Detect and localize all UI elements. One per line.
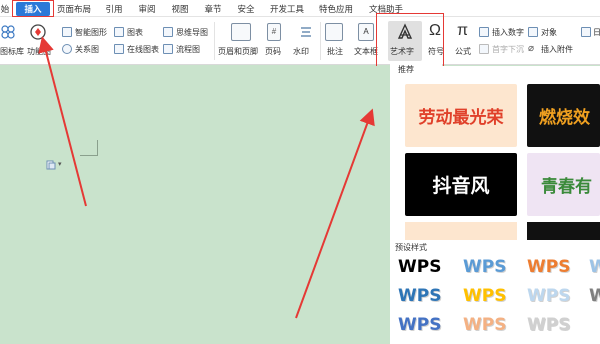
arrow-to-insert-tab [38, 36, 87, 207]
annotation-arrows [38, 36, 375, 319]
arrow-to-wordart-panel [295, 108, 375, 319]
